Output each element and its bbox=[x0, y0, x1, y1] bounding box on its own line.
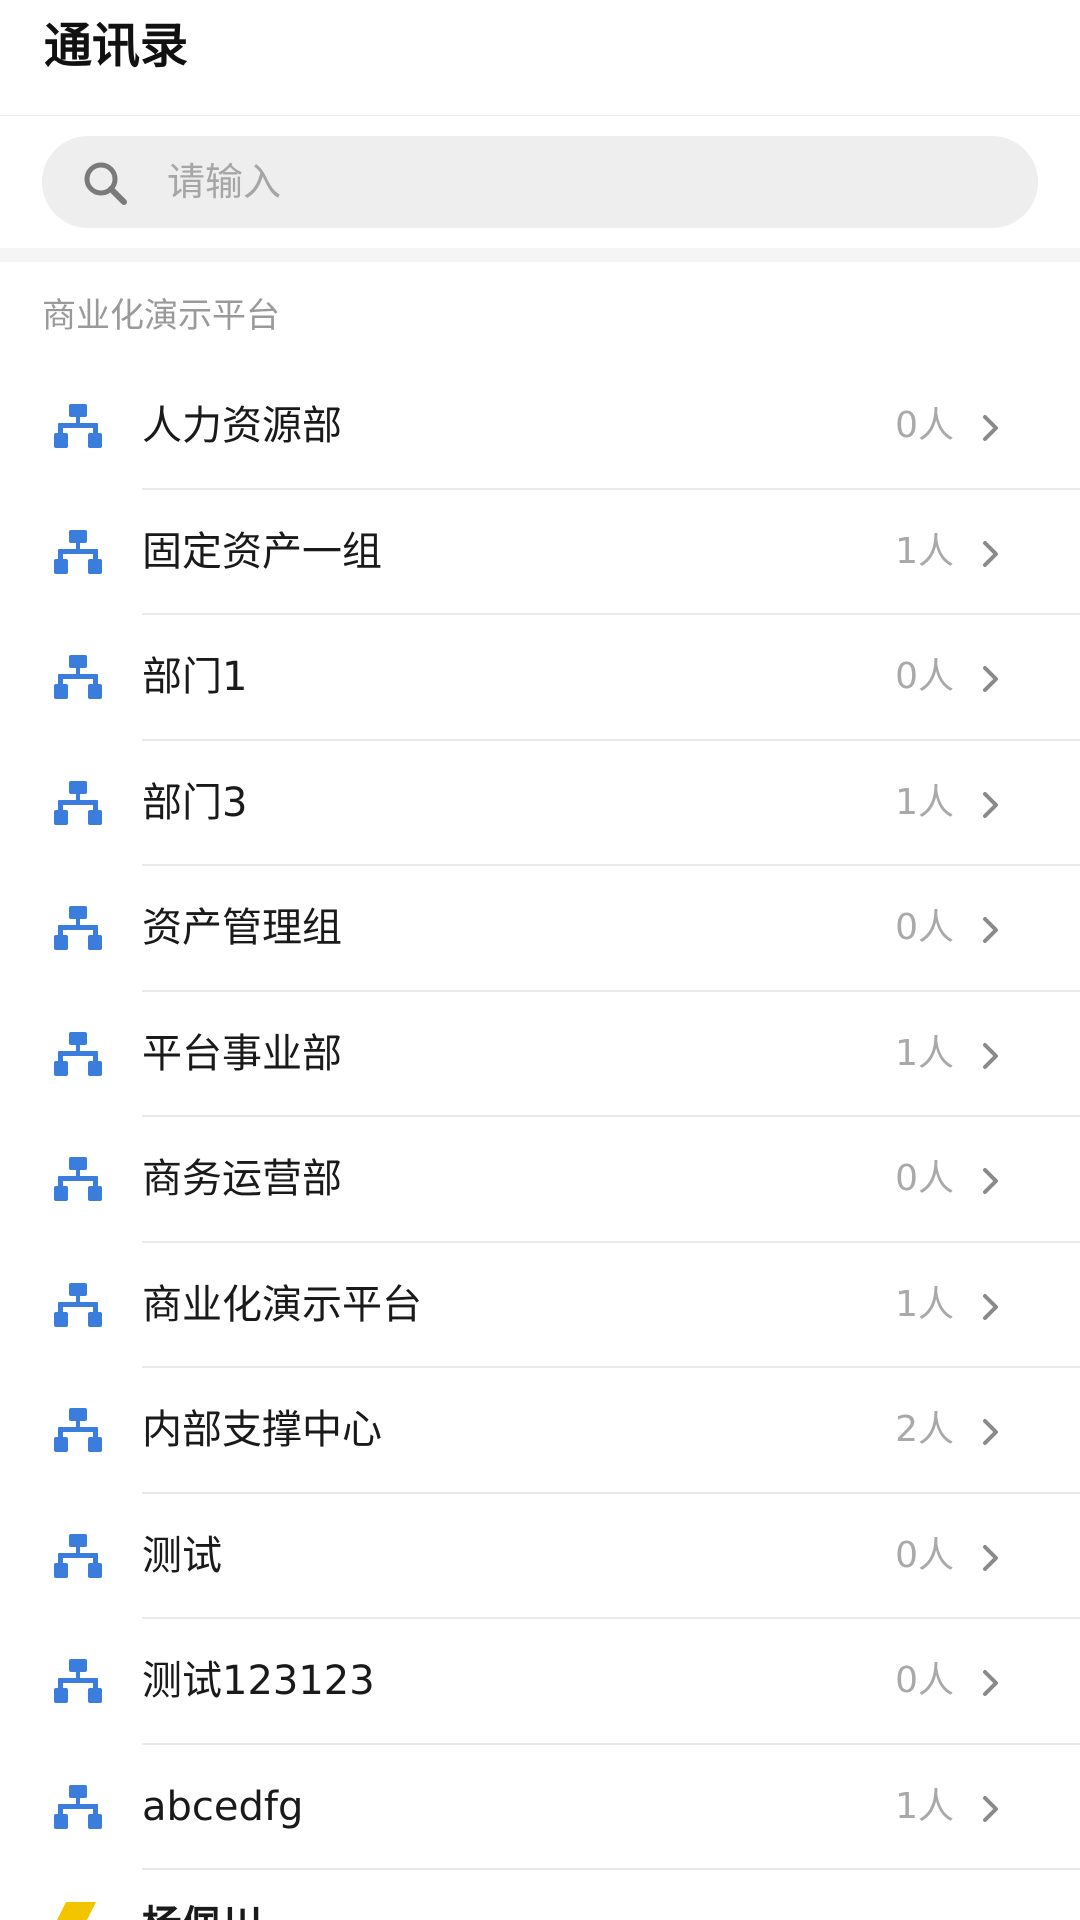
org-structure-icon bbox=[54, 655, 102, 699]
org-structure-icon bbox=[54, 1282, 102, 1327]
department-name: 资产管理组 bbox=[142, 905, 342, 951]
chevron-right-icon bbox=[983, 1795, 998, 1822]
chevron-right-icon bbox=[983, 666, 998, 692]
department-name: 部门1 bbox=[142, 654, 248, 700]
page-title: 通讯录 bbox=[44, 18, 189, 74]
chevron-right-icon bbox=[983, 917, 998, 943]
department-member-count: 0人 bbox=[895, 1660, 954, 1701]
chevron-right-icon bbox=[983, 540, 998, 567]
department-name: 人力资源部 bbox=[142, 403, 342, 449]
department-member-count: 1人 bbox=[895, 1283, 954, 1325]
department-member-count: 0人 bbox=[895, 1158, 954, 1199]
org-structure-icon bbox=[54, 404, 102, 448]
department-name: 商业化演示平台 bbox=[142, 1281, 422, 1328]
department-row[interactable]: 内部支撑中心 2人 bbox=[0, 1368, 1080, 1494]
org-section-label: 商业化演示平台 bbox=[42, 296, 280, 336]
department-row[interactable]: 商务运营部 0人 bbox=[0, 1117, 1080, 1243]
contacts-page: 通讯录 商业化演示平台 人力资源部 0人 bbox=[0, 0, 1080, 1920]
search-box[interactable] bbox=[42, 136, 1038, 228]
department-row[interactable]: 测试 0人 bbox=[0, 1494, 1080, 1620]
org-structure-icon bbox=[54, 1784, 102, 1829]
department-member-count: 0人 bbox=[895, 656, 954, 697]
member-name: 杨佩川 bbox=[142, 1896, 262, 1920]
chevron-right-icon bbox=[983, 1168, 998, 1194]
org-structure-icon bbox=[54, 1031, 102, 1076]
chevron-right-icon bbox=[983, 415, 998, 441]
department-row[interactable]: 部门1 0人 bbox=[0, 615, 1080, 741]
department-row[interactable]: 资产管理组 0人 bbox=[0, 866, 1080, 992]
chevron-right-icon bbox=[983, 1544, 998, 1571]
department-name: 平台事业部 bbox=[142, 1030, 342, 1077]
chevron-right-icon bbox=[983, 791, 998, 818]
department-member-count: 1人 bbox=[895, 781, 954, 823]
department-row[interactable]: 商业化演示平台 1人 bbox=[0, 1243, 1080, 1369]
member-avatar-icon bbox=[57, 1902, 96, 1920]
chevron-right-icon bbox=[983, 1293, 998, 1320]
department-row[interactable]: 部门3 1人 bbox=[0, 741, 1080, 867]
department-member-count: 0人 bbox=[895, 405, 954, 446]
department-member-count: 1人 bbox=[895, 1032, 954, 1074]
org-structure-icon bbox=[54, 906, 102, 950]
department-name: abcedfg bbox=[142, 1783, 304, 1830]
department-member-count: 0人 bbox=[895, 1534, 954, 1576]
department-name: 固定资产一组 bbox=[142, 528, 382, 575]
member-row[interactable]: 杨佩川 bbox=[0, 1870, 1080, 1920]
department-row[interactable]: 平台事业部 1人 bbox=[0, 992, 1080, 1118]
department-row[interactable]: abcedfg 1人 bbox=[0, 1745, 1080, 1871]
search-area bbox=[0, 116, 1080, 248]
department-member-count: 1人 bbox=[895, 530, 954, 572]
chevron-right-icon bbox=[983, 1419, 998, 1445]
department-row[interactable]: 固定资产一组 1人 bbox=[0, 490, 1080, 616]
department-name: 测试 bbox=[142, 1532, 222, 1579]
department-row[interactable]: 人力资源部 0人 bbox=[0, 364, 1080, 490]
department-name: 商务运营部 bbox=[142, 1156, 342, 1202]
department-name: 测试123123 bbox=[142, 1658, 375, 1704]
chevron-right-icon bbox=[983, 1042, 998, 1069]
department-list: 人力资源部 0人 固定资产一组 1人 部门1 0人 部门3 1人 资产管理组 0… bbox=[0, 364, 1080, 1870]
search-icon bbox=[84, 162, 127, 205]
org-structure-icon bbox=[54, 1157, 102, 1201]
org-structure-icon bbox=[54, 1408, 102, 1452]
department-row[interactable]: 测试123123 0人 bbox=[0, 1619, 1080, 1745]
org-structure-icon bbox=[54, 529, 102, 574]
search-input[interactable] bbox=[167, 136, 987, 228]
department-member-count: 0人 bbox=[895, 907, 954, 948]
department-name: 部门3 bbox=[142, 779, 248, 826]
chevron-right-icon bbox=[983, 1670, 998, 1696]
section-divider bbox=[0, 248, 1080, 262]
org-structure-icon bbox=[54, 1659, 102, 1703]
app-header: 通讯录 bbox=[0, 0, 1080, 116]
org-structure-icon bbox=[54, 1533, 102, 1578]
department-member-count: 2人 bbox=[895, 1409, 954, 1450]
department-member-count: 1人 bbox=[895, 1785, 954, 1827]
department-name: 内部支撑中心 bbox=[142, 1407, 382, 1453]
org-structure-icon bbox=[54, 780, 102, 825]
